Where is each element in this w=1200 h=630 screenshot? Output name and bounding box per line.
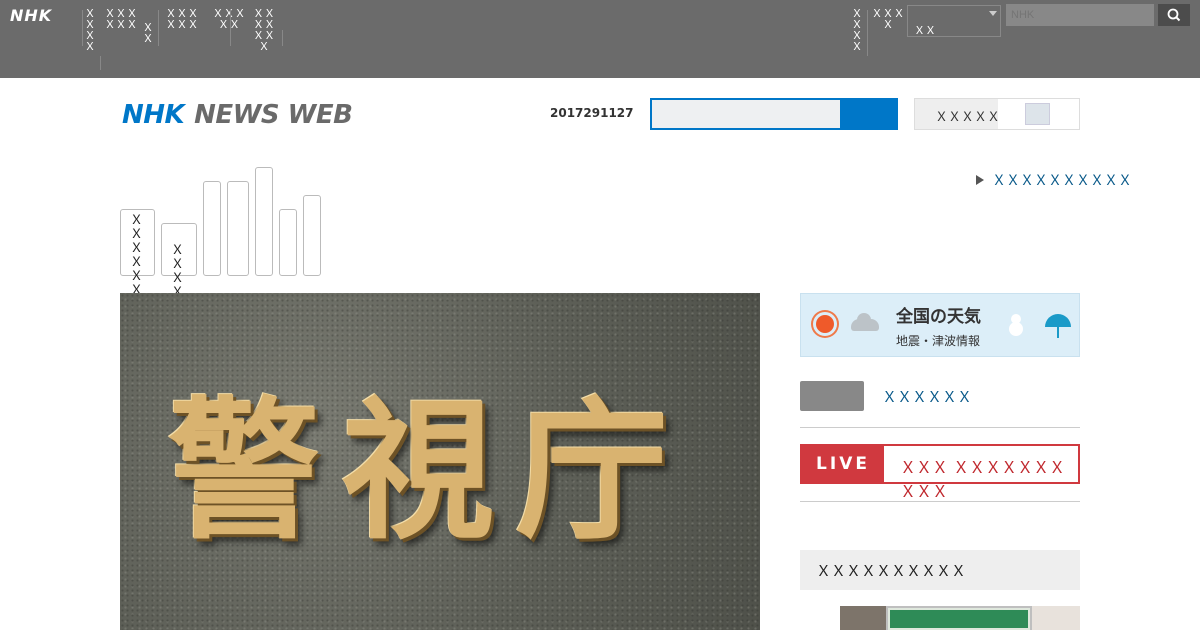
tab-6[interactable] [279, 209, 297, 276]
cloud-icon [851, 313, 879, 331]
region-select[interactable]: ＸＸ [907, 5, 1001, 37]
hero-image[interactable]: 警視庁 [120, 293, 760, 630]
topnav-item-5[interactable]: ＸＸＸＸＸ [212, 8, 246, 30]
thumbnail-part [1032, 606, 1080, 630]
top-bar: NHK ＸＸＸＸ ＸＸＸＸＸＸ ＸＸ ＸＸＸＸＸＸ ＸＸＸＸＸ ＸＸＸＸＸＸＸ … [0, 0, 1200, 78]
news-web-logo-nhk: NHK [122, 100, 185, 130]
arrow-right-icon [976, 175, 984, 185]
topnav-item-6[interactable]: ＸＸＸＸＸＸＸ [248, 8, 280, 52]
news-web-logo[interactable]: NHK NEWS WEB [122, 100, 353, 130]
news-search-button[interactable] [842, 98, 898, 130]
tab-1[interactable]: ＸＸＸＸＸＸＸＸ [120, 209, 155, 326]
divider [800, 501, 1080, 502]
region-select-value: ＸＸ [914, 24, 936, 37]
umbrella-icon [1045, 314, 1071, 338]
live-stream-link[interactable]: LIVE ＸＸＸ ＸＸＸＸＸＸＸＸＸＸ [800, 444, 1080, 501]
live-label: LIVE [802, 446, 884, 482]
nhk-logo[interactable]: NHK [10, 6, 52, 25]
date-display: 2017291127 [550, 106, 634, 120]
topnav-item-4[interactable]: ＸＸＸＸＸＸ [161, 8, 203, 30]
special-badge [800, 381, 864, 411]
topnav-item-1[interactable]: ＸＸＸＸ [83, 8, 97, 52]
tab-5[interactable] [255, 167, 273, 276]
sun-icon [816, 315, 834, 333]
nav-divider [82, 10, 83, 46]
weather-subtitle: 地震・津波情報 [896, 334, 981, 348]
news-web-logo-text: NEWS WEB [194, 100, 353, 130]
nav-divider [100, 56, 101, 70]
news-search-input[interactable] [650, 98, 842, 130]
thumbnail-part [840, 606, 886, 630]
tab-2[interactable]: ＸＸＸＸ [161, 223, 197, 300]
snowman-icon [1009, 322, 1023, 336]
tab-7[interactable] [303, 195, 321, 276]
topnav-item-3[interactable]: ＸＸ [140, 22, 156, 44]
ranking-heading: ＸＸＸＸＸＸＸＸＸＸ [800, 550, 1080, 590]
weather-banner[interactable]: 全国の天気 地震・津波情報 [800, 293, 1080, 357]
divider [800, 427, 1080, 428]
text-size-toggle[interactable] [1025, 103, 1050, 125]
chevron-down-icon [989, 11, 997, 16]
nav-divider [282, 30, 283, 46]
nav-divider [158, 10, 159, 46]
nav-divider [230, 10, 231, 46]
all-news-link[interactable]: ＸＸＸＸＸＸＸＸＸＸ [976, 170, 1132, 190]
thumbnail-part [888, 608, 1030, 630]
tab-4[interactable] [227, 181, 249, 276]
topnav-item-right-2[interactable]: ＸＸＸＸ [871, 8, 905, 30]
special-link[interactable]: ＸＸＸＸＸＸ [882, 386, 972, 407]
topnav-item-2[interactable]: ＸＸＸＸＸＸ [104, 8, 138, 30]
top-search-input[interactable] [1006, 4, 1154, 26]
tab-3[interactable] [203, 181, 221, 276]
live-title: ＸＸＸ ＸＸＸＸＸＸＸＸＸＸ [900, 458, 1066, 501]
search-icon [1167, 8, 1181, 22]
all-news-link-label: ＸＸＸＸＸＸＸＸＸＸ [992, 173, 1132, 189]
top-search-button[interactable] [1158, 4, 1190, 26]
weather-title: 全国の天気 [896, 307, 981, 327]
hero-sign-text: 警視庁 [168, 381, 690, 560]
topnav-item-right-1[interactable]: ＸＸＸＸ [850, 8, 864, 52]
text-size-label: ＸＸＸＸＸ [935, 110, 1001, 125]
ranking-thumbnail[interactable] [840, 606, 1080, 630]
nav-divider [867, 10, 868, 56]
